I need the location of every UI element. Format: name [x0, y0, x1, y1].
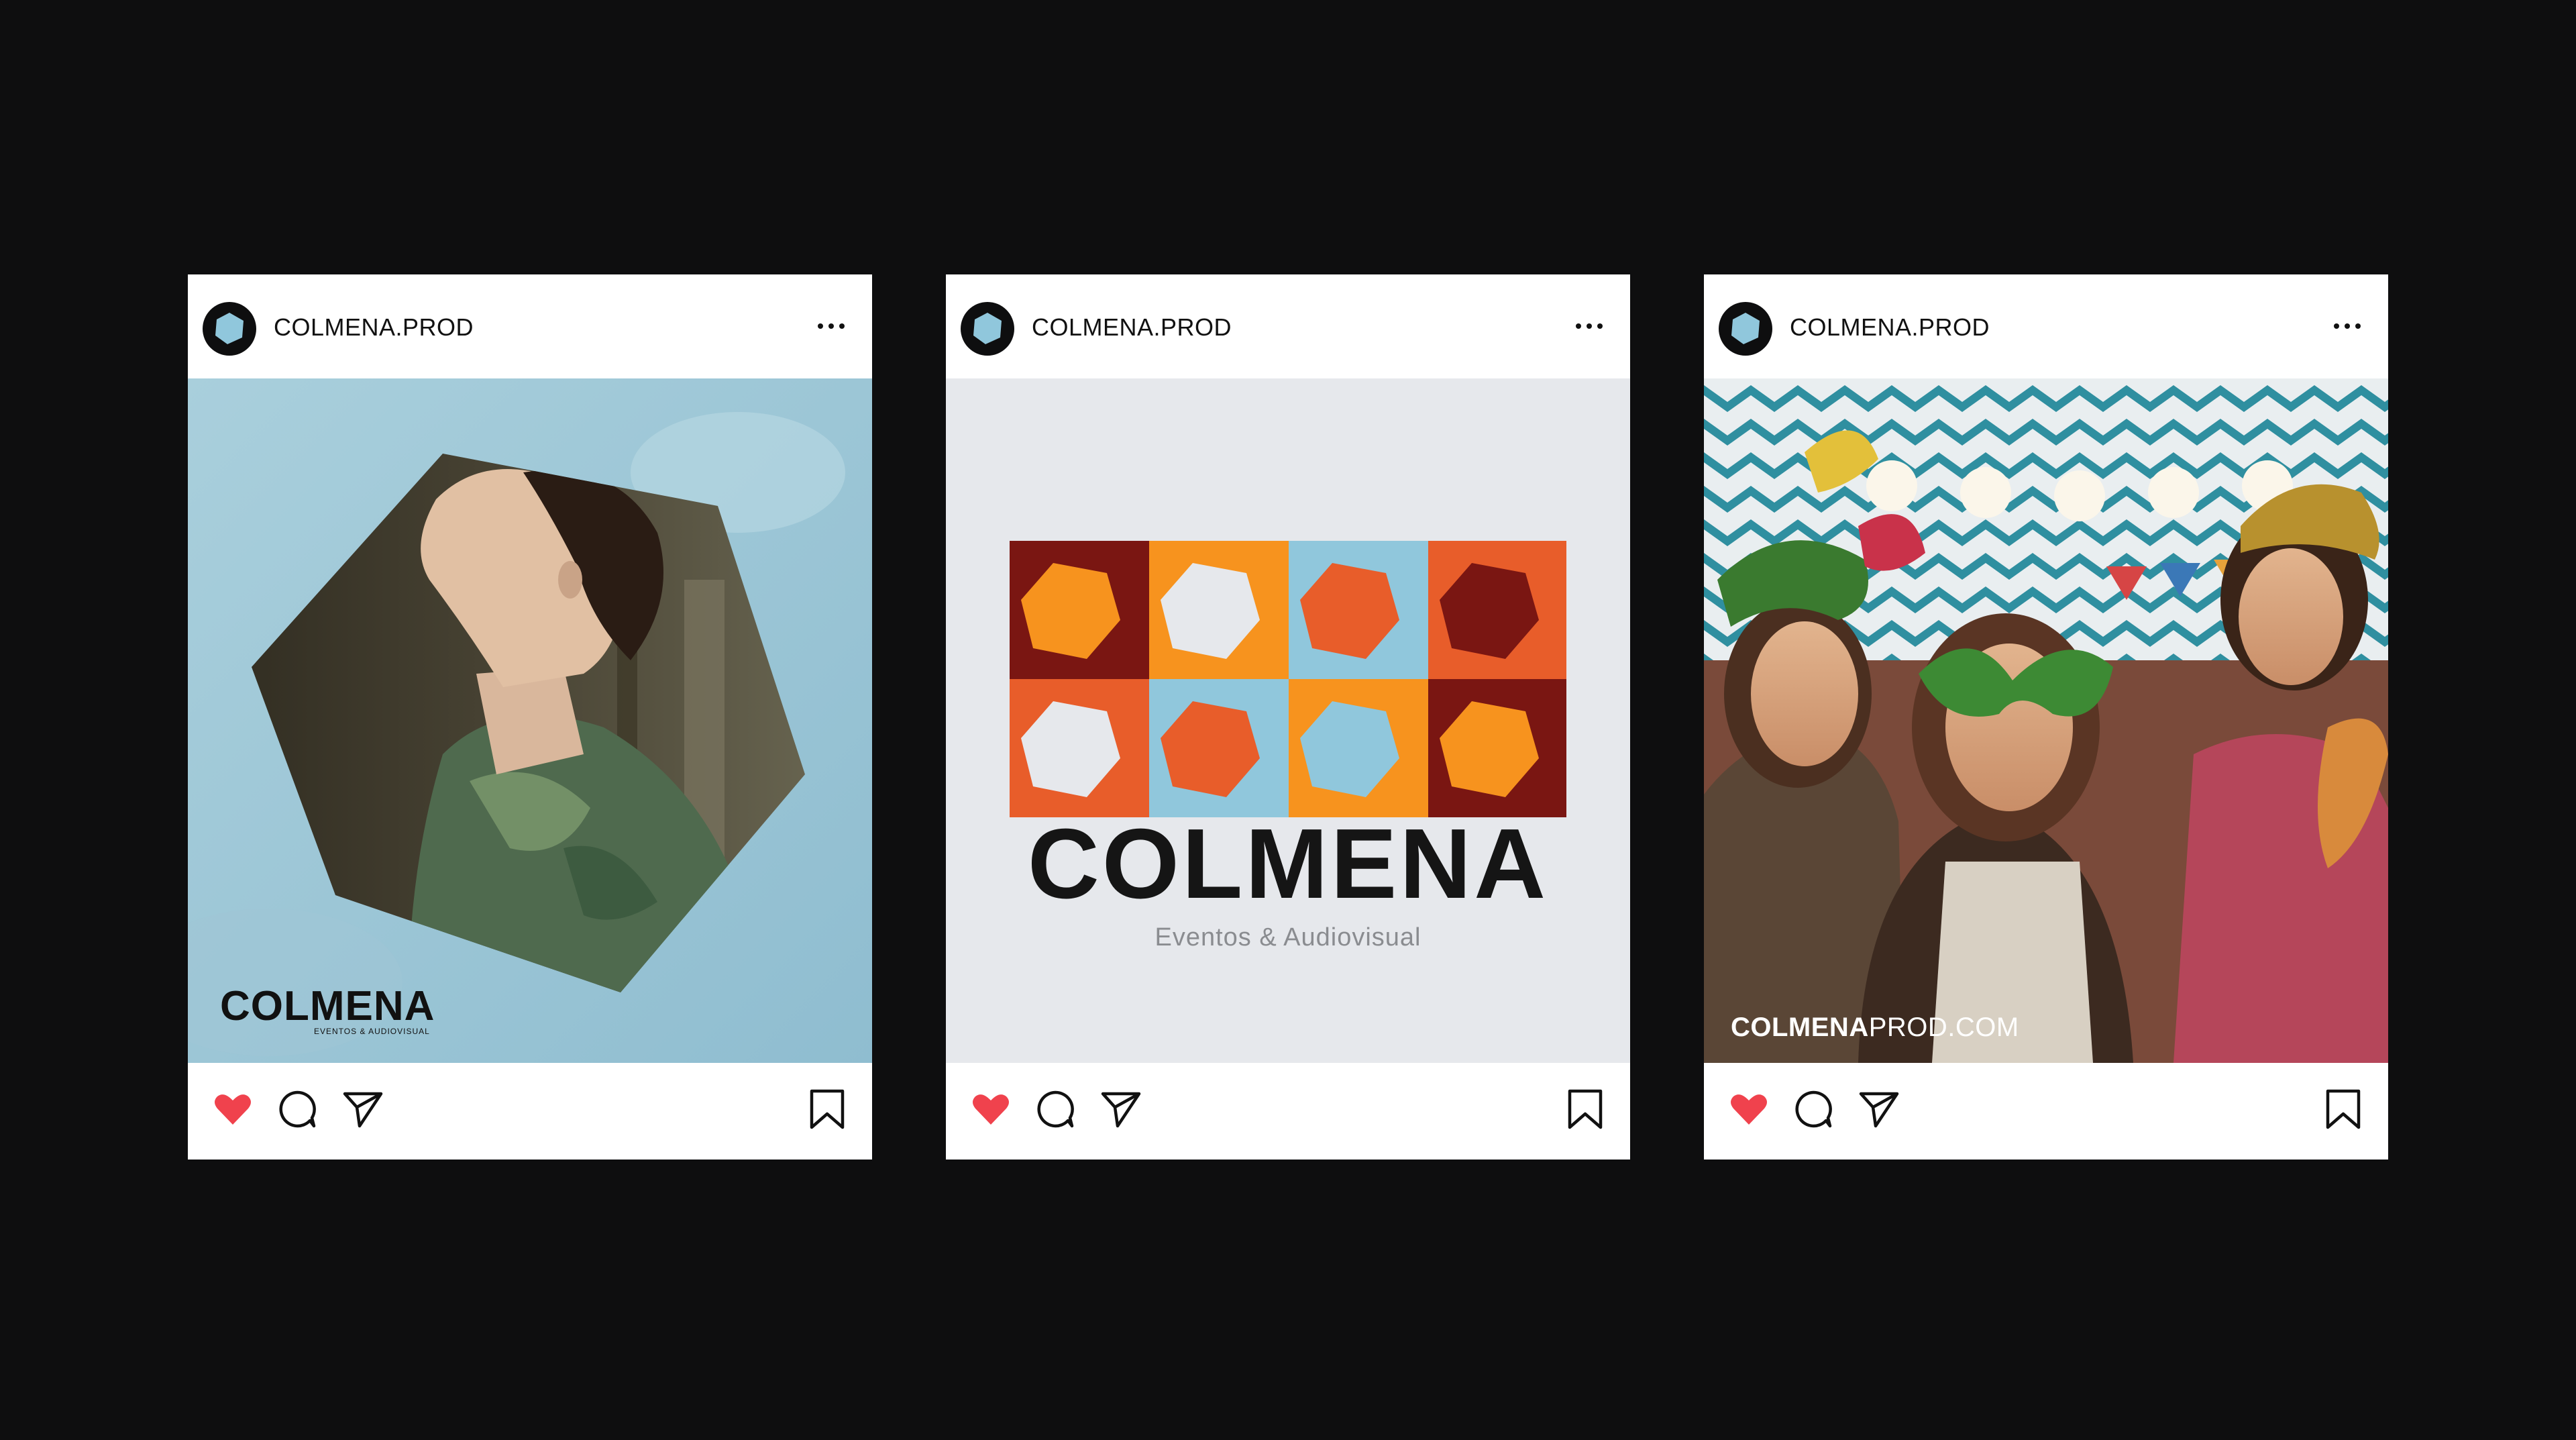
- post-header: COLMENA.PROD: [188, 274, 872, 378]
- post-header: COLMENA.PROD: [1704, 274, 2388, 378]
- post-actions: [188, 1063, 872, 1160]
- post-image-party-photo[interactable]: COLMENAPROD.COM: [1704, 378, 2388, 1063]
- heart-icon[interactable]: [970, 1088, 1012, 1130]
- comment-icon[interactable]: [1034, 1088, 1076, 1130]
- avatar[interactable]: [203, 302, 256, 356]
- post-header: COLMENA.PROD: [946, 274, 1630, 378]
- share-icon[interactable]: [1100, 1088, 1142, 1130]
- logo-wordmark: COLMENA: [1027, 809, 1549, 919]
- post-image-portrait[interactable]: COLMENA EVENTOS & AUDIOVISUAL: [188, 378, 872, 1063]
- overlay-url: COLMENAPROD.COM: [1731, 1013, 2019, 1043]
- logo-tagline: Eventos & Audiovisual: [1155, 923, 1421, 952]
- username[interactable]: COLMENA.PROD: [1032, 313, 1232, 342]
- bookmark-icon[interactable]: [2322, 1088, 2364, 1130]
- post-actions: [1704, 1063, 2388, 1160]
- avatar[interactable]: [1719, 302, 1772, 356]
- overlay-brand: COLMENA: [1731, 1013, 1869, 1042]
- heart-icon[interactable]: [212, 1088, 254, 1130]
- post-actions: [946, 1063, 1630, 1160]
- bookmark-icon[interactable]: [806, 1088, 848, 1130]
- instagram-post-2: COLMENA.PROD COLMENA Eventos & Audiovisu…: [946, 274, 1630, 1160]
- instagram-post-3: COLMENA.PROD COLMENAPROD.COM: [1704, 274, 2388, 1160]
- post-image-brand-logo[interactable]: COLMENA Eventos & Audiovisual: [946, 378, 1630, 1063]
- share-icon[interactable]: [1858, 1088, 1900, 1130]
- username[interactable]: COLMENA.PROD: [274, 313, 474, 342]
- hexagon-pattern-grid: [1010, 541, 1566, 817]
- portrait-photo: [188, 378, 872, 1063]
- avatar-hexagon-icon: [1731, 313, 1760, 344]
- party-photo: [1704, 378, 2388, 1063]
- avatar-hexagon-icon: [973, 313, 1002, 344]
- username[interactable]: COLMENA.PROD: [1790, 313, 1990, 342]
- heart-icon[interactable]: [1728, 1088, 1770, 1130]
- overlay-logo: COLMENA: [220, 983, 435, 1029]
- comment-icon[interactable]: [276, 1088, 318, 1130]
- avatar[interactable]: [961, 302, 1014, 356]
- more-dots-icon[interactable]: [2330, 316, 2364, 336]
- comment-icon[interactable]: [1792, 1088, 1834, 1130]
- overlay-sub: EVENTOS & AUDIOVISUAL: [314, 1027, 430, 1036]
- more-dots-icon[interactable]: [814, 316, 848, 336]
- avatar-hexagon-icon: [215, 313, 244, 344]
- bookmark-icon[interactable]: [1564, 1088, 1606, 1130]
- overlay-domain: PROD.COM: [1868, 1013, 2019, 1042]
- more-dots-icon[interactable]: [1572, 316, 1606, 336]
- instagram-post-1: COLMENA.PROD COLMENA EVENTOS & AUDIOVISU…: [188, 274, 872, 1160]
- share-icon[interactable]: [342, 1088, 384, 1130]
